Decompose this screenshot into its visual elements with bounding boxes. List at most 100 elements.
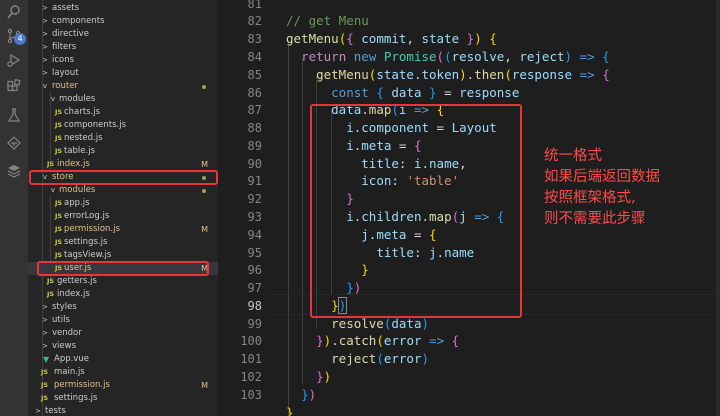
tree-folder-icons[interactable]: > icons xyxy=(28,54,218,67)
tree-file-settings[interactable]: JS settings.js xyxy=(28,236,218,249)
tree-folder-vendor[interactable]: > vendor xyxy=(28,327,218,340)
line-number: 84 xyxy=(247,50,262,64)
store-folder-highlight xyxy=(29,170,218,185)
js-file-icon: JS xyxy=(55,225,63,233)
chevron-right-icon: > xyxy=(42,4,48,12)
code-line-101: reject(error) xyxy=(331,351,430,366)
annotation-line: 如果后端返回数据 xyxy=(544,169,660,185)
js-file-icon: JS xyxy=(55,212,63,220)
tree-folder-utils[interactable]: > utils xyxy=(28,314,218,327)
tree-file-getters[interactable]: JS getters.js xyxy=(28,275,218,288)
tree-file-root-settings[interactable]: JS settings.js xyxy=(28,392,218,405)
search-icon[interactable] xyxy=(4,2,24,22)
js-file-icon: JS xyxy=(55,147,63,155)
run-debug-icon[interactable] xyxy=(4,50,24,70)
tree-file-app-vue[interactable]: ▼ App.vue xyxy=(28,353,218,366)
annotation-note: 统一格式 如果后端返回数据 按照框架格式, 则不需要此步骤 xyxy=(544,146,660,230)
js-file-icon: JS xyxy=(55,199,63,207)
code-line-84: return new Promise((resolve, reject) => … xyxy=(301,49,610,64)
line-number: 94 xyxy=(247,228,262,242)
tree-folder-router[interactable]: v router xyxy=(28,80,218,93)
git-modified-badge: M xyxy=(201,381,208,390)
tree-folder-modules[interactable]: v modules xyxy=(28,184,218,197)
line-number: 96 xyxy=(247,263,262,277)
annotation-line: 按照框架格式, xyxy=(544,190,636,206)
extensions-icon[interactable] xyxy=(4,77,24,97)
annotation-line: 则不需要此步骤 xyxy=(544,211,646,227)
js-file-icon: JS xyxy=(47,290,55,298)
line-number: 102 xyxy=(240,370,262,384)
user-file-highlight xyxy=(37,261,209,276)
line-number: 83 xyxy=(247,32,262,46)
line-number: 85 xyxy=(247,68,262,82)
editor-scrollbar[interactable] xyxy=(716,0,720,416)
code-line-104: } xyxy=(286,405,294,416)
chevron-down-icon: v xyxy=(50,186,56,194)
tree-folder-views[interactable]: > views xyxy=(28,340,218,353)
activity-bar: 4 xyxy=(0,0,28,416)
tree-folder-tests[interactable]: > tests xyxy=(28,405,218,416)
tree-file-errorlog[interactable]: JS errorLog.js xyxy=(28,210,218,223)
tree-file-nested[interactable]: JS nested.js xyxy=(28,132,218,145)
js-file-icon: JS xyxy=(55,108,63,116)
code-line-83: getMenu({ commit, state }) { xyxy=(286,31,497,46)
line-number: 82 xyxy=(247,14,262,28)
js-file-icon: JS xyxy=(41,394,49,402)
js-file-icon: JS xyxy=(55,238,63,246)
tree-file-main[interactable]: JS main.js xyxy=(28,366,218,379)
line-number-current: 98 xyxy=(247,299,262,313)
chevron-right-icon: > xyxy=(42,56,48,64)
test-flask-icon[interactable] xyxy=(4,105,24,125)
code-line-82: // get Menu xyxy=(286,13,369,28)
code-line-85: getMenu(state.token).then(response => { xyxy=(316,67,610,82)
tree-file-store-index[interactable]: JS index.js xyxy=(28,288,218,301)
js-file-icon: JS xyxy=(41,368,49,376)
tree-folder-modules[interactable]: v modules xyxy=(28,93,218,106)
chevron-right-icon: > xyxy=(42,316,48,324)
git-modified-badge: M xyxy=(201,225,208,234)
line-number: 87 xyxy=(247,103,262,117)
code-line-103: }) xyxy=(301,387,317,402)
chevron-right-icon: > xyxy=(42,69,48,77)
tree-file-app[interactable]: JS app.js xyxy=(28,197,218,210)
line-number: 103 xyxy=(240,388,262,402)
line-number: 92 xyxy=(247,192,262,206)
line-number: 89 xyxy=(247,139,262,153)
tree-folder-directive[interactable]: > directive xyxy=(28,28,218,41)
tree-file-permission[interactable]: JS permission.js M xyxy=(28,223,218,236)
tree-folder-styles[interactable]: > styles xyxy=(28,301,218,314)
file-explorer: > assets > components > directive > filters … xyxy=(28,0,218,416)
chevron-right-icon: > xyxy=(42,303,48,311)
modified-dot xyxy=(202,189,206,193)
chevron-right-icon: > xyxy=(42,17,48,25)
modified-dot xyxy=(202,85,206,89)
tree-file-charts[interactable]: JS charts.js xyxy=(28,106,218,119)
git-lens-icon[interactable] xyxy=(4,133,24,153)
chevron-right-icon: > xyxy=(42,329,48,337)
js-file-icon: JS xyxy=(47,277,55,285)
tree-folder-components[interactable]: > components xyxy=(28,15,218,28)
line-number: 88 xyxy=(247,121,262,135)
tree-folder-layout[interactable]: > layout xyxy=(28,67,218,80)
chevron-right-icon: > xyxy=(42,43,48,51)
chevron-right-icon: > xyxy=(42,30,48,38)
chevron-down-icon: v xyxy=(42,82,48,90)
line-number: 93 xyxy=(247,210,262,224)
annotation-line: 统一格式 xyxy=(544,148,602,164)
code-line-100: }).catch(error => { xyxy=(316,333,460,348)
js-file-icon: JS xyxy=(55,121,63,129)
line-number: 97 xyxy=(247,281,262,295)
source-control-badge: 4 xyxy=(14,33,26,45)
chevron-right-icon: > xyxy=(42,342,48,350)
database-icon[interactable] xyxy=(4,161,24,181)
chevron-right-icon: > xyxy=(35,407,41,415)
line-number: 100 xyxy=(240,334,262,348)
js-file-icon: JS xyxy=(55,134,63,142)
tree-folder-assets[interactable]: > assets xyxy=(28,2,218,15)
tree-folder-filters[interactable]: > filters xyxy=(28,41,218,54)
code-block-highlight xyxy=(310,104,522,318)
js-file-icon: JS xyxy=(41,381,49,389)
tree-file-components[interactable]: JS components.js xyxy=(28,119,218,132)
tree-file-root-permission[interactable]: JS permission.js M xyxy=(28,379,218,392)
tree-file-table[interactable]: JS table.js xyxy=(28,145,218,158)
